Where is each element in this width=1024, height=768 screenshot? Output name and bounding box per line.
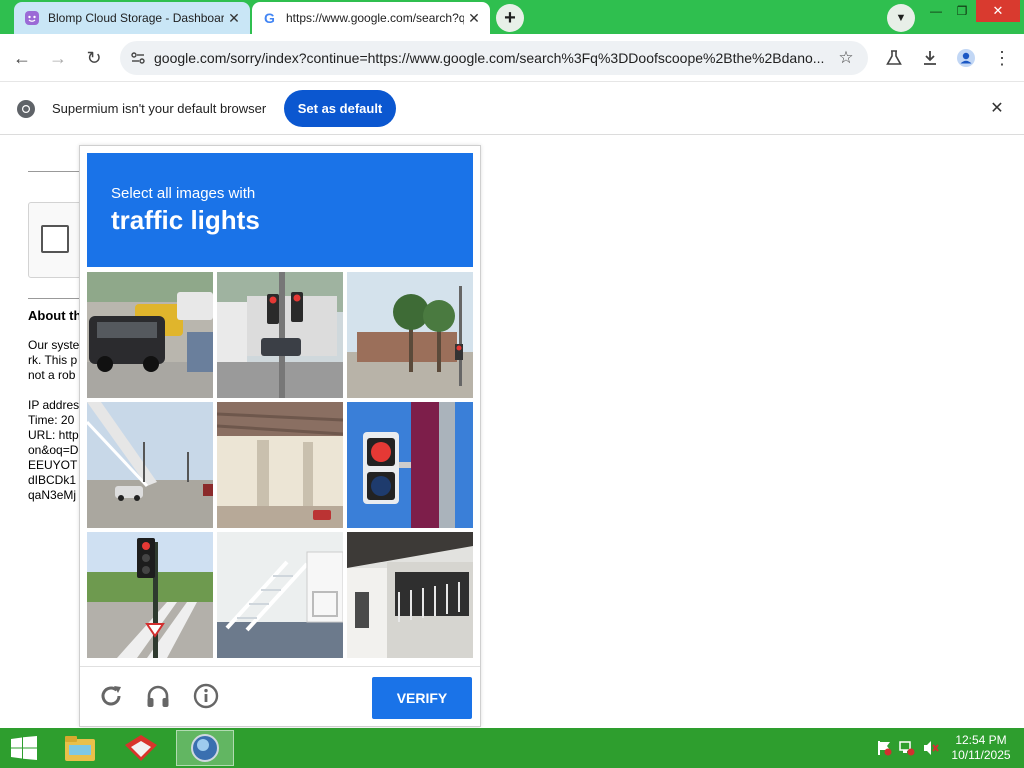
tile-palm-trees-street[interactable] xyxy=(347,272,473,398)
audio-challenge-headphones-icon[interactable] xyxy=(143,681,173,711)
tab-title: Blomp Cloud Storage - Dashboard xyxy=(48,11,224,25)
minimize-button[interactable]: — xyxy=(924,0,948,22)
menu-kebab-icon[interactable]: ⋮ xyxy=(988,44,1016,72)
infobar-message: Supermium isn't your default browser xyxy=(52,101,267,116)
tile-traffic-light-intersection[interactable] xyxy=(217,272,343,398)
clock-date: 10/11/2025 xyxy=(951,748,1011,762)
challenge-footer: VERIFY xyxy=(80,666,480,726)
tab-title: https://www.google.com/search?q=... xyxy=(286,11,464,25)
reload-icon[interactable]: ↻ xyxy=(80,44,108,72)
clock-time: 12:54 PM xyxy=(955,733,1007,747)
browser-toolbar: ← → ↻ google.com/sorry/index?continue=ht… xyxy=(0,34,1024,82)
supermium-logo-icon xyxy=(16,99,36,119)
start-windows-icon[interactable] xyxy=(6,730,42,766)
file-explorer-icon[interactable] xyxy=(58,730,102,766)
supermium-browser-taskbar-icon[interactable] xyxy=(176,730,234,766)
bookmark-star-icon[interactable]: ☆ xyxy=(834,48,858,68)
tab-blomp[interactable]: Blomp Cloud Storage - Dashboard ✕ xyxy=(14,2,250,34)
tile-traffic-light-crosswalk[interactable] xyxy=(87,532,213,658)
tile-white-stairs-house[interactable] xyxy=(217,532,343,658)
system-clock[interactable]: 12:54 PM 10/11/2025 xyxy=(948,733,1014,763)
back-arrow-icon[interactable]: ← xyxy=(8,44,36,72)
default-browser-infobar: Supermium isn't your default browser Set… xyxy=(0,83,1024,135)
set-as-default-button[interactable]: Set as default xyxy=(284,90,396,127)
infobar-close-icon[interactable]: ✕ xyxy=(986,97,1008,119)
recaptcha-challenge-popup: Select all images with traffic lights VE… xyxy=(79,145,481,727)
forward-arrow-icon[interactable]: → xyxy=(44,44,72,72)
action-center-flag-icon[interactable] xyxy=(875,739,893,757)
tile-building-balcony[interactable] xyxy=(347,532,473,658)
prompt-target: traffic lights xyxy=(111,205,260,235)
svg-text:G: G xyxy=(264,10,275,26)
profile-avatar-icon[interactable] xyxy=(952,44,980,72)
blomp-favicon-icon xyxy=(24,10,40,26)
tab-close-icon[interactable]: ✕ xyxy=(464,10,484,27)
verify-button[interactable]: VERIFY xyxy=(372,677,472,719)
red-app-icon[interactable] xyxy=(118,730,164,766)
im-not-a-robot-checkbox[interactable] xyxy=(41,225,69,253)
tile-cars-parking-lot[interactable] xyxy=(87,272,213,398)
reload-challenge-icon[interactable] xyxy=(96,681,126,711)
tab-close-icon[interactable]: ✕ xyxy=(224,10,244,27)
sorry-page-text: Our syste rk. This p not a rob IP addres… xyxy=(28,338,80,502)
restore-button[interactable]: ❐ xyxy=(950,0,974,22)
tile-pedestrian-signal-closeup[interactable] xyxy=(347,402,473,528)
labs-flask-icon[interactable] xyxy=(880,44,908,72)
info-icon[interactable] xyxy=(191,681,221,711)
tab-search-chevron-icon[interactable]: ▼ xyxy=(887,4,915,32)
prompt-line-1: Select all images with xyxy=(111,185,256,202)
about-heading: About th xyxy=(28,308,82,323)
window-close-button[interactable]: ✕ xyxy=(976,0,1020,22)
image-grid xyxy=(87,272,473,658)
tile-overpass-underside[interactable] xyxy=(217,402,343,528)
network-icon[interactable] xyxy=(898,739,916,757)
tab-strip: Blomp Cloud Storage - Dashboard ✕ G http… xyxy=(0,0,1024,34)
address-bar[interactable]: google.com/sorry/index?continue=https://… xyxy=(120,41,868,75)
windows-taskbar: 12:54 PM 10/11/2025 xyxy=(0,728,1024,768)
download-icon[interactable] xyxy=(916,44,944,72)
google-favicon-icon: G xyxy=(262,10,278,26)
tab-google-search[interactable]: G https://www.google.com/search?q=... ✕ xyxy=(252,2,490,34)
new-tab-button[interactable]: + xyxy=(496,4,524,32)
url-text: google.com/sorry/index?continue=https://… xyxy=(154,50,825,66)
tile-bridge-road[interactable] xyxy=(87,402,213,528)
volume-muted-icon[interactable] xyxy=(922,739,940,757)
challenge-prompt-banner: Select all images with traffic lights xyxy=(87,153,473,267)
site-info-icon[interactable] xyxy=(128,50,148,66)
